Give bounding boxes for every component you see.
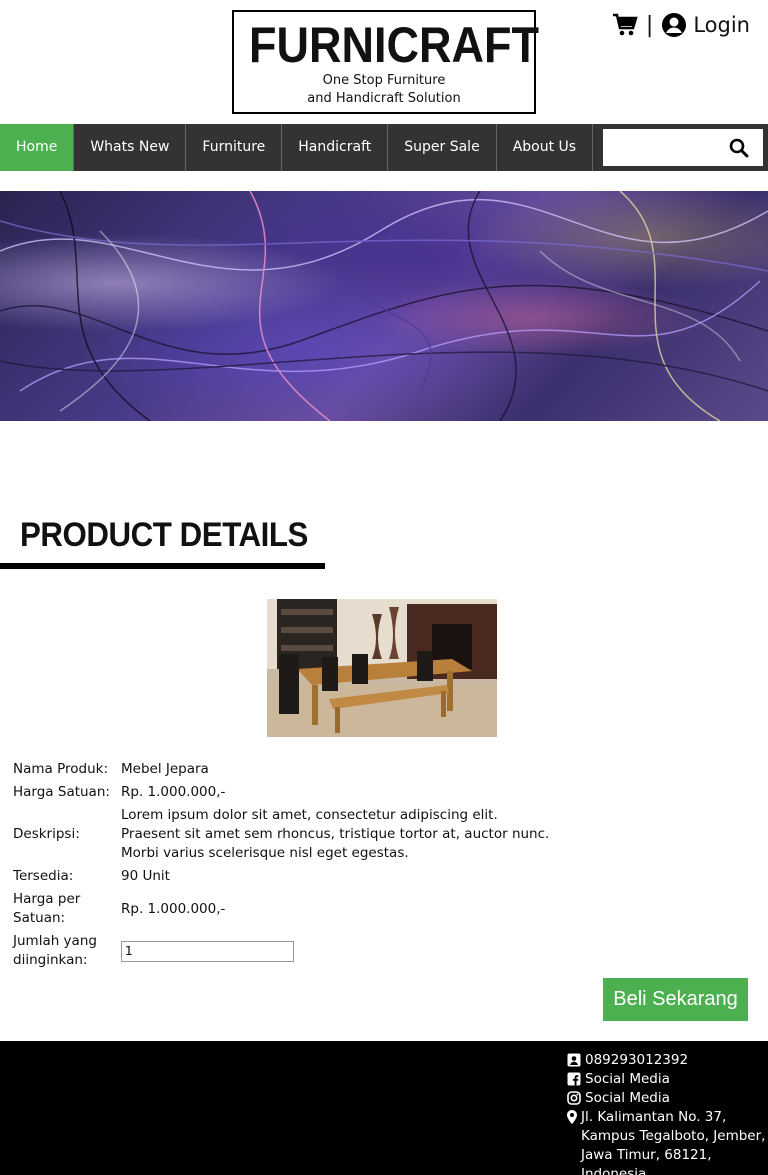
phone-number: 089293012392 — [585, 1052, 689, 1068]
logo-tagline-1: One Stop Furniture — [322, 73, 446, 88]
logo[interactable]: FURNICRAFT One Stop Furniture and Handic… — [232, 10, 539, 114]
nav-about-us[interactable]: About Us — [497, 124, 594, 171]
search-box — [603, 129, 763, 166]
stock-value: 90 Unit — [121, 868, 170, 884]
detail-row-stock: Tersedia: 90 Unit — [13, 867, 573, 886]
facebook-icon — [567, 1072, 581, 1086]
instagram-icon — [567, 1091, 581, 1105]
name-label: Nama Produk: — [13, 761, 108, 777]
unit-price-label: Harga per Satuan: — [13, 891, 81, 926]
nav-furniture[interactable]: Furniture — [186, 124, 283, 171]
detail-row-quantity: Jumlah yang diinginkan: — [13, 932, 573, 970]
contact-instagram[interactable]: Social Media — [567, 1089, 768, 1108]
facebook-link[interactable]: Social Media — [585, 1070, 670, 1089]
account-separator: | — [645, 12, 654, 38]
contact-address: Jl. Kalimantan No. 37, Kampus Tegalboto,… — [567, 1108, 768, 1175]
search-icon[interactable] — [729, 138, 749, 158]
buy-now-button[interactable]: Beli Sekarang — [603, 978, 748, 1021]
cart-icon[interactable] — [612, 12, 638, 38]
contact-card-icon — [567, 1053, 581, 1067]
nav-handicraft[interactable]: Handicraft — [282, 124, 389, 171]
detail-row-name: Nama Produk: Mebel Jepara — [13, 760, 573, 779]
contact-phone: 089293012392 — [567, 1051, 768, 1070]
footer: 089293012392 Social Media Social Media J… — [0, 1041, 768, 1175]
contact-facebook[interactable]: Social Media — [567, 1070, 768, 1089]
nav-whats-new[interactable]: Whats New — [74, 124, 187, 171]
contact-info: 089293012392 Social Media Social Media J… — [567, 1051, 768, 1175]
quantity-input[interactable] — [121, 940, 294, 962]
quantity-label: Jumlah yang diinginkan: — [13, 933, 97, 968]
detail-row-price: Harga Satuan: Rp. 1.000.000,- — [13, 783, 573, 802]
map-marker-icon — [567, 1110, 577, 1124]
login-link[interactable]: Login — [693, 13, 750, 37]
hero-banner — [0, 191, 768, 421]
price-label: Harga Satuan: — [13, 784, 110, 800]
account-area: | Login — [612, 12, 750, 38]
banner-art — [0, 191, 768, 421]
price-value: Rp. 1.000.000,- — [121, 784, 226, 800]
main-navbar: Home Whats New Furniture Handicraft Supe… — [0, 124, 768, 171]
title-underline — [0, 563, 325, 569]
name-value: Mebel Jepara — [121, 761, 209, 777]
detail-row-description: Deskripsi: Lorem ipsum dolor sit amet, c… — [13, 806, 573, 863]
page-title: PRODUCT DETAILS — [20, 516, 308, 554]
user-icon[interactable] — [661, 12, 687, 38]
logo-tagline-2: and Handicraft Solution — [307, 91, 461, 106]
nav-super-sale[interactable]: Super Sale — [388, 124, 497, 171]
stock-label: Tersedia: — [13, 868, 74, 884]
description-value: Lorem ipsum dolor sit amet, consectetur … — [121, 807, 550, 861]
search-input[interactable] — [603, 129, 723, 166]
detail-row-unit-price: Harga per Satuan: Rp. 1.000.000,- — [13, 890, 573, 928]
description-label: Deskripsi: — [13, 826, 80, 842]
unit-price-value: Rp. 1.000.000,- — [121, 900, 226, 917]
logo-title: FURNICRAFT — [249, 17, 539, 73]
product-image — [267, 599, 497, 737]
product-details: Nama Produk: Mebel Jepara Harga Satuan: … — [13, 760, 573, 974]
nav-home[interactable]: Home — [0, 124, 75, 171]
instagram-link[interactable]: Social Media — [585, 1089, 670, 1108]
address-text: Jl. Kalimantan No. 37, Kampus Tegalboto,… — [581, 1109, 766, 1175]
